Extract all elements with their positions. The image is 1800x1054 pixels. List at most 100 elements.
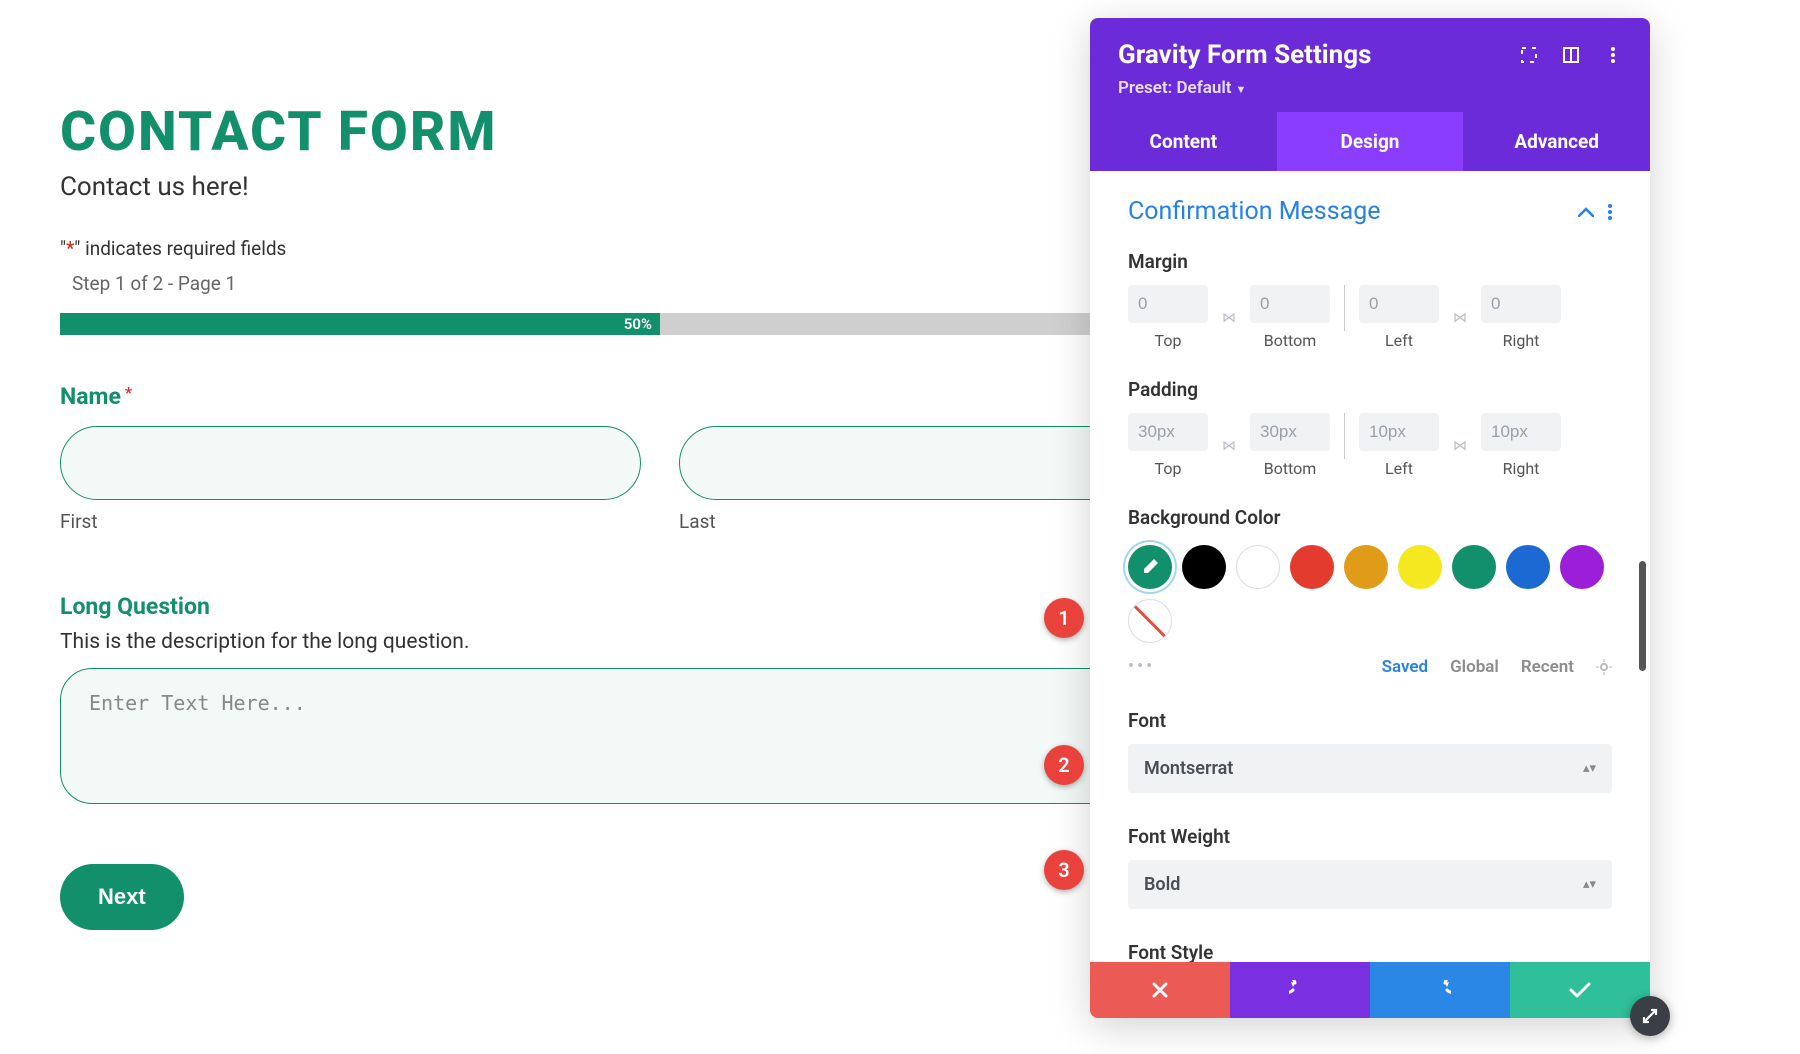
first-name-column: First	[60, 426, 641, 533]
progress-bar: 50%	[60, 313, 1260, 335]
panel-header-icons	[1520, 46, 1622, 64]
padding-top-cell: Top	[1128, 413, 1208, 478]
font-style-section: Font Style	[1128, 941, 1612, 962]
margin-left-input[interactable]	[1359, 285, 1439, 323]
padding-bottom-cell: Bottom	[1250, 413, 1330, 478]
form-canvas: CONTACT FORM Contact us here! "*" indica…	[60, 100, 1260, 930]
swatch-yellow[interactable]	[1398, 545, 1442, 589]
section-header-row: Confirmation Message	[1128, 197, 1612, 226]
link-icon[interactable]: ⋈	[1453, 310, 1467, 326]
margin-right-cell: Right	[1481, 285, 1561, 350]
expand-button[interactable]	[1630, 996, 1670, 1036]
panel-title: Gravity Form Settings	[1118, 40, 1371, 70]
margin-row: Top ⋈ Bottom Left ⋈ Right	[1128, 285, 1612, 350]
palette-tab-recent[interactable]: Recent	[1521, 657, 1574, 677]
scrollbar-thumb[interactable]	[1639, 561, 1646, 671]
first-name-input[interactable]	[60, 426, 641, 500]
margin-label: Margin	[1128, 250, 1612, 273]
annotation-3: 3	[1044, 850, 1084, 890]
preset-dropdown[interactable]: Preset: Default ▼	[1118, 78, 1622, 98]
name-field-group: Name* First Last	[60, 383, 1260, 533]
swatch-purple[interactable]	[1560, 545, 1604, 589]
first-sub-label: First	[60, 510, 641, 533]
padding-row: Top ⋈ Bottom Left ⋈ Right	[1128, 413, 1612, 478]
palette-tabs: Saved Global Recent	[1382, 657, 1612, 677]
font-style-label: Font Style	[1128, 941, 1612, 962]
font-section: Font Montserrat ▴▾	[1128, 709, 1612, 793]
swatch-white[interactable]	[1236, 545, 1280, 589]
background-color-section: Background Color •••	[1128, 506, 1612, 677]
link-icon[interactable]: ⋈	[1222, 310, 1236, 326]
margin-bottom-label: Bottom	[1264, 331, 1317, 350]
save-button[interactable]	[1510, 962, 1650, 1018]
margin-top-cell: Top	[1128, 285, 1208, 350]
long-question-textarea[interactable]	[60, 668, 1260, 804]
palette-tab-saved[interactable]: Saved	[1382, 657, 1429, 677]
fullscreen-icon[interactable]	[1520, 46, 1538, 64]
sort-icon: ▴▾	[1583, 761, 1596, 776]
preset-label: Preset: Default	[1118, 78, 1231, 98]
section-title[interactable]: Confirmation Message	[1128, 197, 1381, 226]
required-note-text: " indicates required fields	[74, 237, 286, 260]
padding-right-cell: Right	[1481, 413, 1561, 478]
font-weight-dropdown[interactable]: Bold ▴▾	[1128, 860, 1612, 909]
eyedropper-swatch[interactable]	[1128, 545, 1172, 589]
palette-tab-global[interactable]: Global	[1450, 657, 1499, 677]
more-vertical-icon[interactable]	[1604, 46, 1622, 64]
redo-icon	[1429, 980, 1451, 1000]
panel-tabs: Content Design Advanced	[1090, 112, 1650, 171]
font-value: Montserrat	[1144, 758, 1233, 779]
close-button[interactable]	[1090, 962, 1230, 1018]
margin-top-input[interactable]	[1128, 285, 1208, 323]
gear-icon[interactable]	[1596, 659, 1612, 675]
margin-left-label: Left	[1385, 331, 1413, 350]
tab-content[interactable]: Content	[1090, 112, 1277, 171]
chevron-down-icon: ▼	[1235, 83, 1246, 96]
form-title: CONTACT FORM	[60, 100, 1260, 164]
padding-horizontal-group: Left ⋈ Right	[1359, 413, 1561, 478]
columns-icon[interactable]	[1562, 46, 1580, 64]
swatch-blue[interactable]	[1506, 545, 1550, 589]
margin-bottom-cell: Bottom	[1250, 285, 1330, 350]
close-icon	[1151, 981, 1169, 999]
padding-bottom-input[interactable]	[1250, 413, 1330, 451]
swatch-red[interactable]	[1290, 545, 1334, 589]
undo-button[interactable]	[1230, 962, 1370, 1018]
more-dots-icon[interactable]: •••	[1128, 656, 1155, 677]
name-row: First Last	[60, 426, 1260, 533]
font-dropdown[interactable]: Montserrat ▴▾	[1128, 744, 1612, 793]
undo-icon	[1289, 980, 1311, 1000]
padding-top-input[interactable]	[1128, 413, 1208, 451]
link-icon[interactable]: ⋈	[1453, 438, 1467, 454]
name-label-text: Name	[60, 383, 121, 410]
check-icon	[1569, 982, 1591, 998]
name-label: Name*	[60, 383, 1260, 410]
tab-design[interactable]: Design	[1277, 112, 1464, 171]
chevron-up-icon[interactable]	[1578, 207, 1594, 217]
section-header-icons	[1578, 204, 1612, 220]
padding-right-label: Right	[1503, 459, 1540, 478]
padding-right-input[interactable]	[1481, 413, 1561, 451]
padding-bottom-label: Bottom	[1264, 459, 1317, 478]
form-subtitle: Contact us here!	[60, 172, 1260, 202]
link-icon[interactable]: ⋈	[1222, 438, 1236, 454]
margin-right-label: Right	[1503, 331, 1540, 350]
swatch-green[interactable]	[1452, 545, 1496, 589]
annotation-2: 2	[1044, 745, 1084, 785]
padding-label: Padding	[1128, 378, 1612, 401]
tab-advanced[interactable]: Advanced	[1463, 112, 1650, 171]
padding-left-input[interactable]	[1359, 413, 1439, 451]
divider	[1344, 413, 1345, 459]
swatch-orange[interactable]	[1344, 545, 1388, 589]
font-weight-label: Font Weight	[1128, 825, 1612, 848]
more-vertical-icon[interactable]	[1608, 204, 1612, 220]
margin-top-label: Top	[1155, 331, 1182, 350]
swatch-transparent[interactable]	[1128, 599, 1172, 643]
next-button[interactable]: Next	[60, 864, 184, 930]
redo-button[interactable]	[1370, 962, 1510, 1018]
margin-right-input[interactable]	[1481, 285, 1561, 323]
swatch-black[interactable]	[1182, 545, 1226, 589]
padding-vertical-group: Top ⋈ Bottom	[1128, 413, 1330, 478]
margin-bottom-input[interactable]	[1250, 285, 1330, 323]
annotation-1: 1	[1044, 598, 1084, 638]
